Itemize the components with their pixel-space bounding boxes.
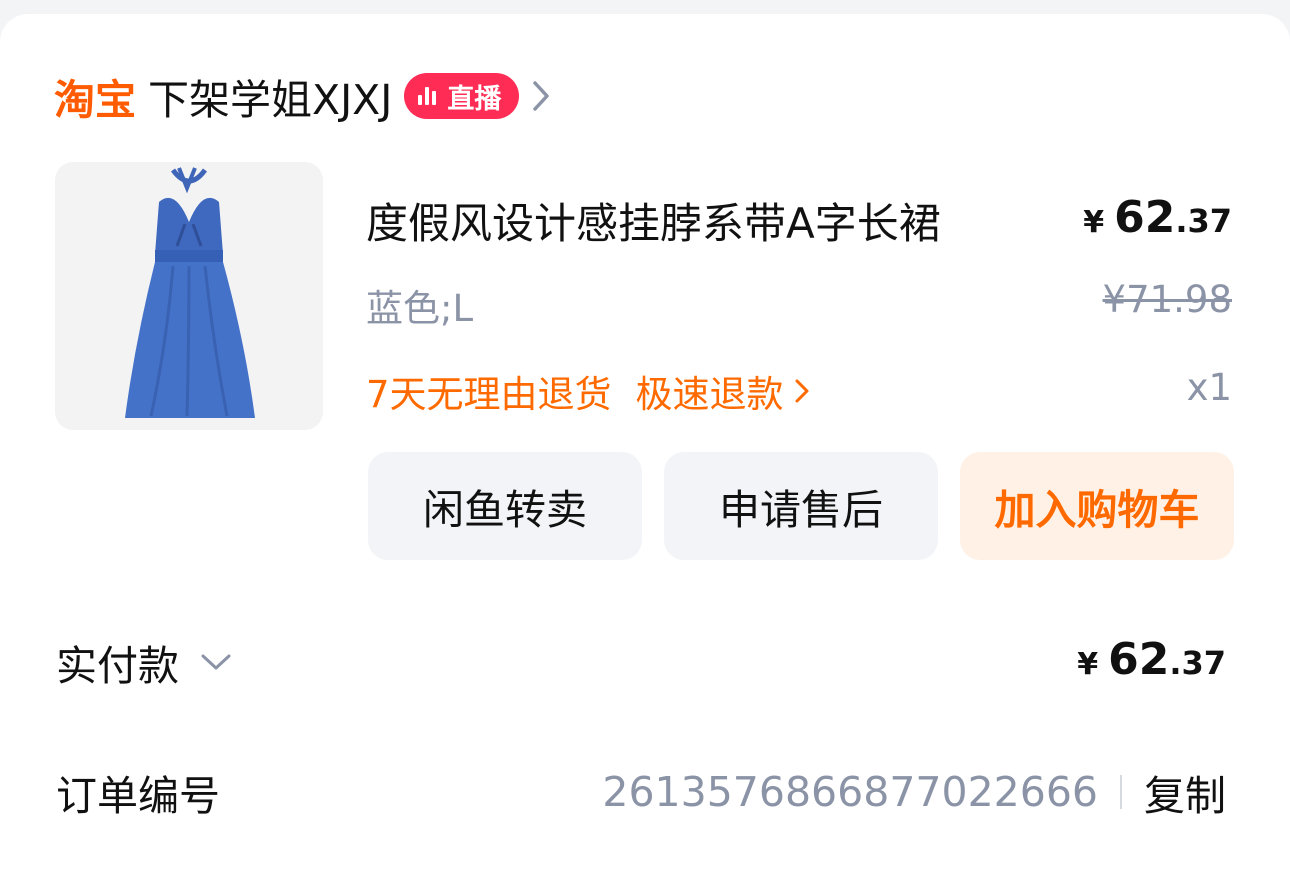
price-currency: ¥: [1083, 205, 1105, 240]
service-refund: 极速退款: [635, 373, 784, 416]
copy-button[interactable]: 复制: [1144, 762, 1226, 822]
price-integer: 62: [1114, 192, 1176, 243]
service-tags[interactable]: 7天无理由退货 极速退款: [366, 364, 810, 418]
product-price: ¥62.37: [1083, 192, 1232, 243]
paid-integer: 62: [1108, 634, 1170, 685]
paid-label: 实付款: [56, 642, 179, 690]
original-price: ¥71.98: [1102, 278, 1232, 321]
after-sale-button[interactable]: 申请售后: [664, 452, 938, 560]
product-sku: 蓝色;L: [366, 287, 474, 330]
resell-button[interactable]: 闲鱼转卖: [368, 452, 642, 560]
order-card: 淘宝 下架学姐XJXJ 直播 度假风设计感挂脖系带A字长裙 ¥ 62.37 蓝色…: [0, 14, 1290, 878]
store-header[interactable]: 淘宝 下架学姐XJXJ 直播: [54, 68, 555, 124]
chevron-down-icon: [199, 652, 233, 672]
taobao-logo: 淘宝: [54, 76, 136, 124]
chevron-right-icon: [794, 377, 810, 405]
order-number-label: 订单编号: [56, 772, 220, 820]
chevron-right-icon[interactable]: [531, 76, 555, 116]
live-badge[interactable]: 直播: [404, 73, 520, 119]
product-quantity: x1: [1186, 366, 1232, 409]
live-badge-label: 直播: [447, 83, 502, 115]
dress-image-icon: [125, 167, 255, 418]
order-number-row: 2613576866877022666 复制: [602, 762, 1226, 822]
product-title[interactable]: 度假风设计感挂脖系带A字长裙: [366, 190, 941, 251]
paid-amount: ¥62.37: [1077, 634, 1226, 685]
add-to-cart-button[interactable]: 加入购物车: [960, 452, 1234, 560]
price-decimal: .37: [1175, 202, 1232, 240]
product-image[interactable]: [55, 162, 323, 430]
store-name[interactable]: 下架学姐XJXJ: [148, 66, 392, 126]
service-returns: 7天无理由退货: [366, 373, 612, 416]
divider: [1120, 775, 1122, 809]
paid-amount-toggle[interactable]: 实付款: [56, 632, 233, 692]
live-bars-icon: [418, 87, 439, 105]
order-number: 2613576866877022666: [602, 768, 1098, 816]
paid-currency: ¥: [1077, 647, 1099, 682]
paid-decimal: .37: [1169, 644, 1226, 682]
